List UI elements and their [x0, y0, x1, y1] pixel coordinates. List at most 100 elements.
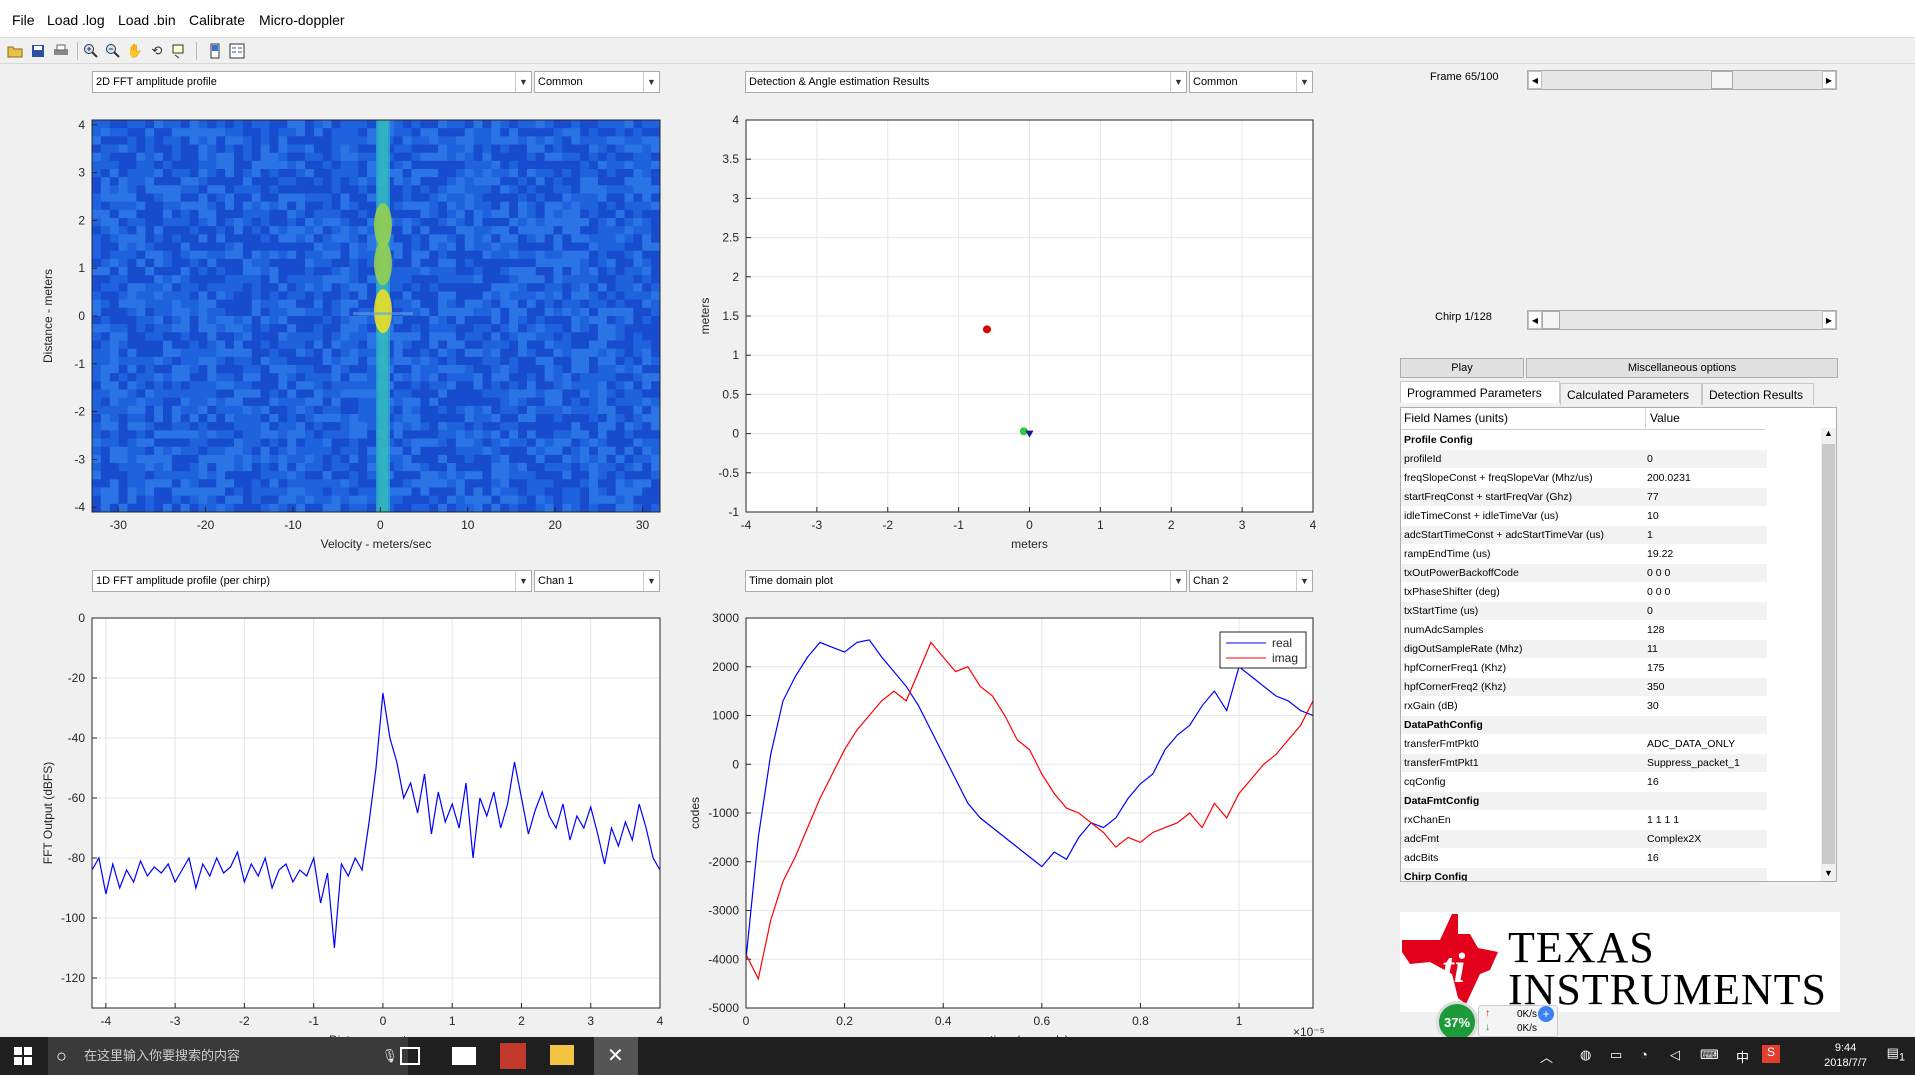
scroll-up-icon[interactable]: ▲ — [1821, 428, 1836, 442]
table-row[interactable]: adcFmt Complex2X — [1401, 830, 1767, 849]
heatmap-cell — [242, 283, 253, 292]
battery-icon[interactable]: ▭ — [1610, 1047, 1622, 1063]
table-row[interactable]: cqConfig 16 — [1401, 773, 1767, 792]
table-scrollbar[interactable]: ▲ ▼ — [1821, 428, 1836, 881]
table-row[interactable]: txPhaseShifter (deg) 0 0 0 — [1401, 583, 1767, 602]
x-tick-label: -2 — [882, 518, 893, 532]
heatmap-cell — [109, 283, 120, 292]
heatmap-cell — [154, 299, 164, 309]
folder-icon[interactable] — [550, 1045, 574, 1065]
heatmap-cell — [340, 348, 350, 358]
heatmap-cell — [580, 160, 590, 170]
chevron-up-icon[interactable]: ︿ — [1540, 1047, 1553, 1066]
ime-indicator[interactable]: 中 — [1736, 1047, 1749, 1066]
table-row[interactable]: txOutPowerBackoffCode 0 0 0 — [1401, 564, 1767, 583]
heatmap-cell — [633, 193, 643, 203]
heatmap-cell — [287, 471, 297, 480]
heatmap-cell — [100, 209, 111, 219]
table-row[interactable]: transferFmtPkt0 ADC_DATA_ONLY — [1401, 735, 1767, 754]
heatmap-cell — [145, 185, 155, 194]
misc-options-button[interactable]: Miscellaneous options — [1526, 358, 1838, 378]
heatmap-cell — [473, 177, 483, 186]
slider-left-icon[interactable]: ◀ — [1528, 311, 1542, 329]
table-row[interactable]: profileId 0 — [1401, 450, 1767, 469]
keyboard-icon[interactable]: ⌨ — [1700, 1047, 1719, 1063]
table-row[interactable]: digOutSampleRate (Mhz) 11 — [1401, 640, 1767, 659]
heatmap-cell — [180, 169, 191, 178]
heatmap-cell — [269, 471, 279, 480]
network-monitor[interactable]: 37% ↑ 0K/s ↓ 0K/s + — [1436, 1001, 1566, 1043]
heatmap-cell — [251, 430, 262, 439]
heatmap-cell — [234, 234, 244, 243]
heatmap-cell — [651, 356, 661, 366]
heatmap-cell — [163, 373, 173, 382]
heatmap-cell — [305, 348, 315, 358]
heatmap-cell — [402, 389, 412, 399]
windows-start-icon[interactable] — [14, 1047, 32, 1065]
frame-slider-thumb[interactable] — [1711, 71, 1733, 89]
table-row[interactable]: Chirp Config — [1401, 868, 1767, 881]
task-view-icon[interactable] — [400, 1047, 420, 1065]
play-button[interactable]: Play — [1400, 358, 1524, 378]
heatmap-cell — [163, 136, 173, 145]
notification-icon[interactable]: ▤1 — [1887, 1045, 1905, 1064]
slider-right-icon[interactable]: ▶ — [1822, 71, 1836, 89]
table-row[interactable]: rxChanEn 1 1 1 1 — [1401, 811, 1767, 830]
mail-icon[interactable] — [452, 1047, 476, 1065]
table-row[interactable]: txStartTime (us) 0 — [1401, 602, 1767, 621]
x-tick-label: 0.2 — [836, 1014, 853, 1028]
table-row[interactable]: DataPathConfig — [1401, 716, 1767, 735]
heatmap-cell — [269, 307, 279, 317]
tab-detection-results[interactable]: Detection Results — [1702, 383, 1814, 405]
matlab-icon[interactable] — [500, 1043, 526, 1069]
frame-slider[interactable]: ◀ ▶ — [1527, 70, 1837, 90]
heatmap-cell — [216, 487, 226, 497]
heatmap-cell — [207, 438, 217, 448]
heatmap-cell — [624, 169, 634, 178]
table-row[interactable]: hpfCornerFreq1 (Khz) 175 — [1401, 659, 1767, 678]
table-row[interactable]: numAdcSamples 128 — [1401, 621, 1767, 640]
table-row[interactable]: hpfCornerFreq2 (Khz) 350 — [1401, 678, 1767, 697]
heatmap-cell — [349, 291, 359, 301]
table-row[interactable]: idleTimeConst + idleTimeVar (us) 10 — [1401, 507, 1767, 526]
heatmap-cell — [92, 365, 102, 374]
add-icon[interactable]: + — [1538, 1006, 1554, 1022]
taskbar-search-input[interactable]: ○ 在这里输入你要搜索的内容 🎙 — [48, 1037, 408, 1075]
heatmap-cell — [393, 209, 404, 219]
table-row[interactable]: transferFmtPkt1 Suppress_packet_1 — [1401, 754, 1767, 773]
heatmap-cell — [136, 177, 146, 186]
heatmap-cell — [92, 242, 102, 252]
heatmap-cell — [163, 340, 173, 350]
heatmap-cell — [464, 471, 475, 480]
scroll-down-icon[interactable]: ▼ — [1821, 868, 1836, 881]
heatmap-cell — [136, 307, 146, 317]
heatmap-cell — [518, 479, 528, 488]
heatmap-cell — [331, 275, 341, 284]
heatmap-cell — [500, 495, 510, 505]
table-row[interactable]: startFreqConst + startFreqVar (Ghz) 77 — [1401, 488, 1767, 507]
heatmap-cell — [225, 389, 235, 399]
table-row[interactable]: Profile Config — [1401, 431, 1767, 450]
table-row[interactable]: freqSlopeConst + freqSlopeVar (Mhz/us) 20… — [1401, 469, 1767, 488]
chirp-slider-thumb[interactable] — [1542, 311, 1560, 329]
table-row[interactable]: adcBits 16 — [1401, 849, 1767, 868]
clock[interactable]: 9:44 2018/7/7 — [1824, 1041, 1867, 1071]
parameters-table[interactable]: Field Names (units) Value Profile Config… — [1400, 407, 1837, 882]
scroll-thumb[interactable] — [1822, 444, 1835, 864]
table-row[interactable]: DataFmtConfig — [1401, 792, 1767, 811]
slider-left-icon[interactable]: ◀ — [1528, 71, 1542, 89]
wifi-icon[interactable]: ◔ — [1640, 1047, 1648, 1062]
tab-programmed-parameters[interactable]: Programmed Parameters — [1400, 381, 1560, 403]
table-row[interactable]: adcStartTimeConst + adcStartTimeVar (us)… — [1401, 526, 1767, 545]
network-icon[interactable]: ◍ — [1580, 1047, 1591, 1063]
slider-right-icon[interactable]: ▶ — [1822, 311, 1836, 329]
table-row[interactable]: rxGain (dB) 30 — [1401, 697, 1767, 716]
table-row[interactable]: rampEndTime (us) 19.22 — [1401, 545, 1767, 564]
active-app-icon[interactable]: ✕ — [594, 1037, 638, 1075]
chirp-slider[interactable]: ◀ ▶ — [1527, 310, 1837, 330]
microphone-icon[interactable]: 🎙 — [381, 1037, 398, 1075]
sogou-icon[interactable]: S — [1762, 1045, 1780, 1063]
heatmap-cell — [145, 356, 155, 366]
tab-calculated-parameters[interactable]: Calculated Parameters — [1560, 383, 1702, 405]
volume-icon[interactable]: ◁ — [1670, 1047, 1680, 1063]
